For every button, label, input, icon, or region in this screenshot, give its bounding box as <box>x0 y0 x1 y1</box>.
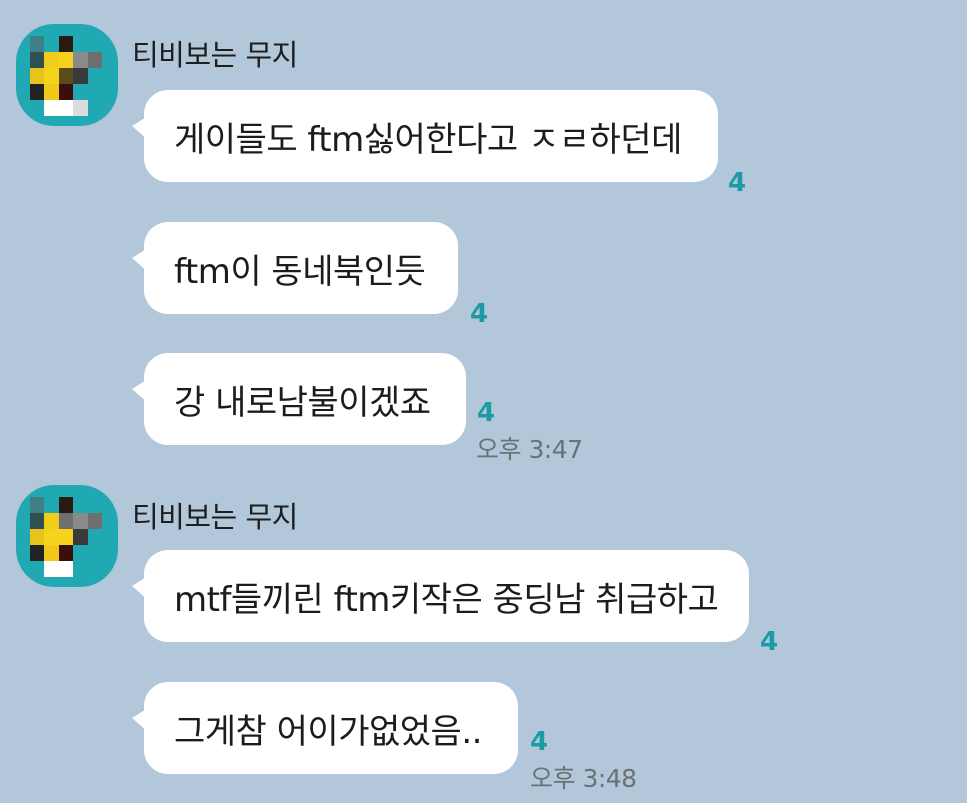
unread-count: 4 <box>477 398 496 428</box>
unread-count: 4 <box>530 727 549 757</box>
sender-name: 티비보는 무지 <box>132 500 298 534</box>
sender-avatar[interactable] <box>16 485 118 587</box>
message-timestamp: 오후 3:47 <box>476 435 583 464</box>
message-bubble[interactable]: mtf들끼린 ftm키작은 중딩남 취급하고 <box>132 550 749 642</box>
mosaic-avatar-icon <box>30 36 102 116</box>
unread-count: 4 <box>728 168 747 198</box>
mosaic-avatar-icon <box>30 497 102 577</box>
message-bubble[interactable]: ftm이 동네북인듯 <box>132 222 458 314</box>
sender-name: 티비보는 무지 <box>132 38 298 72</box>
message-bubble[interactable]: 강 내로남불이겠죠 <box>132 353 466 445</box>
message-timestamp: 오후 3:48 <box>530 764 637 793</box>
message-bubble[interactable]: 그게참 어이가없었음.. <box>132 682 518 774</box>
sender-avatar[interactable] <box>16 24 118 126</box>
message-bubble[interactable]: 게이들도 ftm싫어한다고 ㅈㄹ하던데 <box>132 90 718 182</box>
unread-count: 4 <box>470 299 489 329</box>
unread-count: 4 <box>760 627 779 657</box>
